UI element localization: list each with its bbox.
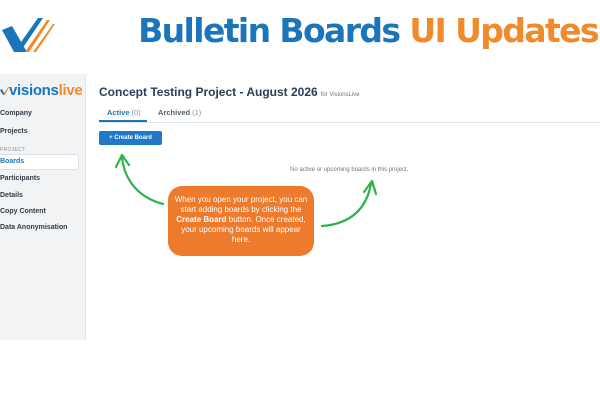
sidebar-item-copy-content[interactable]: Copy Content bbox=[0, 208, 46, 215]
annotation-callout: When you open your project, you can star… bbox=[168, 186, 314, 256]
sidebar-item-company[interactable]: Company bbox=[0, 110, 32, 117]
tab-active-underline bbox=[99, 120, 147, 122]
brand-text-live: live bbox=[58, 82, 83, 99]
board-tabs: Active (0) Archived (1) bbox=[99, 108, 600, 123]
page-title: Concept Testing Project - August 2026 for… bbox=[99, 85, 360, 99]
sidebar-section-label: PROJECT bbox=[0, 147, 26, 153]
tab-active-count: (0) bbox=[131, 108, 141, 117]
main-content: Concept Testing Project - August 2026 for… bbox=[86, 74, 600, 340]
sidebar-item-projects[interactable]: Projects bbox=[0, 128, 28, 135]
tab-active-label: Active bbox=[107, 108, 130, 117]
sidebar-item-boards[interactable]: Boards bbox=[0, 158, 24, 165]
banner-title: Bulletin Boards UI Updates bbox=[138, 11, 600, 50]
callout-text-before: When you open your project, you can star… bbox=[174, 195, 308, 214]
empty-state-message: No active or upcoming boards in this pro… bbox=[290, 167, 409, 173]
brand-text-visions: visions bbox=[9, 82, 59, 99]
callout-text-bold: Create Board bbox=[176, 215, 227, 224]
sidebar: visionslive Company Projects PROJECT Boa… bbox=[0, 74, 86, 340]
sidebar-brand[interactable]: visionslive bbox=[0, 82, 83, 99]
banner-title-orange: UI Updates bbox=[409, 11, 599, 50]
sidebar-item-details[interactable]: Details bbox=[0, 192, 23, 199]
tab-archived-label: Archived bbox=[158, 108, 191, 117]
tab-active[interactable]: Active (0) bbox=[107, 108, 141, 117]
visionslive-logo-icon bbox=[2, 18, 55, 52]
tab-archived-count: (1) bbox=[192, 108, 202, 117]
banner-title-blue: Bulletin Boards bbox=[138, 11, 401, 50]
sidebar-item-data-anonymisation[interactable]: Data Anonymisation bbox=[0, 224, 67, 231]
project-subtitle: for VisionsLive bbox=[320, 92, 360, 98]
sidebar-item-participants[interactable]: Participants bbox=[0, 175, 40, 182]
brand-check-icon bbox=[0, 87, 9, 95]
project-title: Concept Testing Project - August 2026 bbox=[99, 85, 318, 99]
tab-archived[interactable]: Archived (1) bbox=[158, 108, 201, 117]
create-board-button[interactable]: + Create Board bbox=[99, 131, 162, 145]
